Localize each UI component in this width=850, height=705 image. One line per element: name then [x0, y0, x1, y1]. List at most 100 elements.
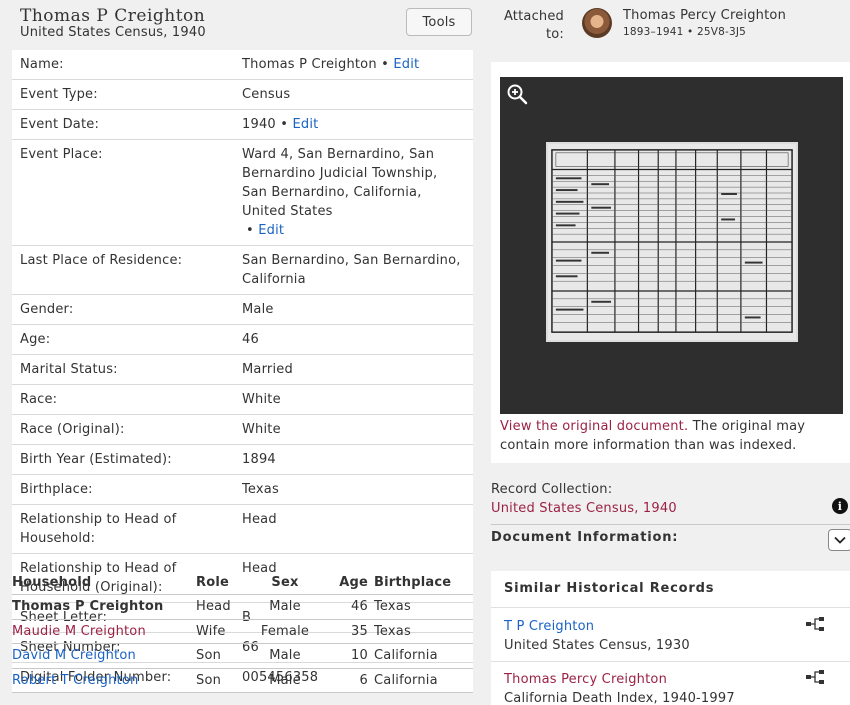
zoom-in-icon[interactable] — [506, 83, 528, 105]
record-collection-label: Record Collection: — [491, 482, 613, 497]
divider — [491, 524, 850, 525]
member-sex: Male — [269, 648, 301, 664]
tools-button[interactable]: Tools — [406, 8, 472, 36]
similar-record-collection: United States Census, 1930 — [504, 638, 690, 653]
member-role: Head — [196, 599, 231, 615]
image-caption: View the original document. The original… — [500, 417, 835, 455]
fact-value: Ward 4, San Bernardino, San Bernardino J… — [242, 147, 438, 238]
fact-value-text: Thomas P Creighton — [242, 57, 377, 72]
fact-row-last-residence: Last Place of Residence: San Bernardino,… — [12, 246, 473, 295]
list-item: Thomas Percy Creighton California Death … — [504, 670, 735, 705]
fact-row-birth-year: Birth Year (Estimated): 1894 — [12, 445, 473, 475]
info-icon[interactable]: i — [832, 498, 848, 514]
tree-icon[interactable] — [805, 616, 825, 632]
expand-document-info-button[interactable] — [828, 529, 850, 551]
fact-label: Gender: — [20, 302, 74, 317]
column-header-role: Role — [196, 575, 230, 590]
fact-value: Male — [242, 302, 274, 317]
edit-date-link[interactable]: Edit — [292, 117, 318, 132]
fact-label: Birth Year (Estimated): — [20, 452, 172, 467]
divider — [491, 607, 850, 608]
fact-value: Census — [242, 87, 291, 102]
member-age: 35 — [351, 623, 368, 639]
divider — [491, 661, 850, 662]
similar-record-collection: California Death Index, 1940-1997 — [504, 691, 735, 705]
member-sex: Male — [269, 672, 301, 688]
fact-value-text: Ward 4, San Bernardino, San Bernardino J… — [242, 147, 438, 219]
fact-row-event-date: Event Date: 1940 • Edit — [12, 110, 473, 140]
fact-row-race: Race: White — [12, 385, 473, 415]
member-age: 10 — [351, 648, 368, 664]
similar-record-link[interactable]: T P Creighton — [504, 617, 690, 636]
page-subtitle: United States Census, 1940 — [20, 25, 206, 40]
attached-person-name[interactable]: Thomas Percy Creighton — [623, 8, 786, 23]
fact-row-race-original: Race (Original): White — [12, 415, 473, 445]
similar-record-link[interactable]: Thomas Percy Creighton — [504, 670, 735, 689]
member-sex: Female — [260, 623, 310, 639]
fact-value: San Bernardino, San Bernardino, Californ… — [242, 253, 461, 287]
tree-icon[interactable] — [805, 669, 825, 685]
fact-label: Event Place: — [20, 147, 103, 162]
similar-records-heading: Similar Historical Records — [504, 581, 715, 596]
fact-label: Birthplace: — [20, 482, 93, 497]
fact-row-gender: Gender: Male — [12, 295, 473, 325]
fact-value: 1940 • Edit — [242, 117, 319, 132]
chevron-down-icon — [834, 536, 846, 544]
table-row: Maudie M Creighton Wife Female 35 Texas — [12, 620, 473, 644]
column-header-household: Household — [12, 575, 92, 590]
fact-value-text: 1940 — [242, 117, 276, 132]
avatar[interactable] — [582, 8, 612, 38]
member-name-link[interactable]: Robert T Creighton — [12, 673, 196, 688]
page-title: Thomas P Creighton — [20, 6, 206, 26]
fact-row-event-type: Event Type: Census — [12, 80, 473, 110]
record-collection: Record Collection: United States Census,… — [491, 480, 677, 518]
member-name-link[interactable]: David M Creighton — [12, 648, 196, 663]
fact-label: Race (Original): — [20, 422, 125, 437]
table-row: Thomas P Creighton Head Male 46 Texas — [12, 595, 473, 620]
fact-value: White — [242, 422, 281, 437]
fact-label: Age: — [20, 332, 51, 347]
column-header-sex: Sex — [271, 575, 299, 590]
fact-row-event-place: Event Place: Ward 4, San Bernardino, San… — [12, 140, 473, 246]
member-birthplace: Texas — [374, 599, 411, 615]
column-header-birthplace: Birthplace — [374, 575, 452, 590]
fact-label: Event Date: — [20, 117, 100, 132]
document-image-viewer[interactable] — [500, 77, 843, 414]
census-document-thumbnail[interactable] — [546, 142, 798, 342]
fact-row-relationship: Relationship to Head of Household: Head — [12, 505, 473, 554]
fact-row-age: Age: 46 — [12, 325, 473, 355]
member-birthplace: California — [374, 672, 438, 688]
fact-value: 46 — [242, 332, 259, 347]
view-original-link[interactable]: View the original document. — [500, 419, 688, 434]
census-sheet-graphic — [548, 144, 796, 340]
fact-value: White — [242, 392, 281, 407]
attached-to-label: Attached to: — [503, 9, 564, 42]
edit-place-link[interactable]: Edit — [258, 223, 284, 238]
member-role: Son — [196, 672, 222, 688]
member-birthplace: California — [374, 648, 438, 664]
document-information-heading[interactable]: Document Information: — [491, 530, 678, 545]
fact-label: Marital Status: — [20, 362, 118, 377]
household-table: Household Role Sex Age Birthplace Thomas… — [12, 571, 473, 693]
member-birthplace: Texas — [374, 623, 411, 639]
column-header-age: Age — [339, 575, 368, 590]
member-age: 46 — [351, 599, 368, 615]
table-row: David M Creighton Son Male 10 California — [12, 644, 473, 669]
member-role: Wife — [196, 623, 226, 639]
fact-value: Head — [242, 512, 277, 527]
member-name-link[interactable]: Maudie M Creighton — [12, 624, 196, 639]
fact-value: Texas — [242, 482, 279, 497]
edit-name-link[interactable]: Edit — [393, 57, 419, 72]
member-age: 6 — [359, 672, 368, 688]
record-collection-link[interactable]: United States Census, 1940 — [491, 499, 677, 518]
fact-label: Race: — [20, 392, 58, 407]
member-name: Thomas P Creighton — [12, 599, 164, 615]
list-item: T P Creighton United States Census, 1930 — [504, 617, 690, 655]
member-sex: Male — [269, 599, 301, 615]
fact-label: Last Place of Residence: — [20, 253, 183, 268]
similar-records-panel: Similar Historical Records T P Creighton… — [491, 571, 850, 705]
document-image-panel: View the original document. The original… — [491, 62, 850, 463]
fact-row-marital-status: Marital Status: Married — [12, 355, 473, 385]
member-role: Son — [196, 648, 222, 664]
fact-row-name: Name: Thomas P Creighton • Edit — [12, 50, 473, 80]
